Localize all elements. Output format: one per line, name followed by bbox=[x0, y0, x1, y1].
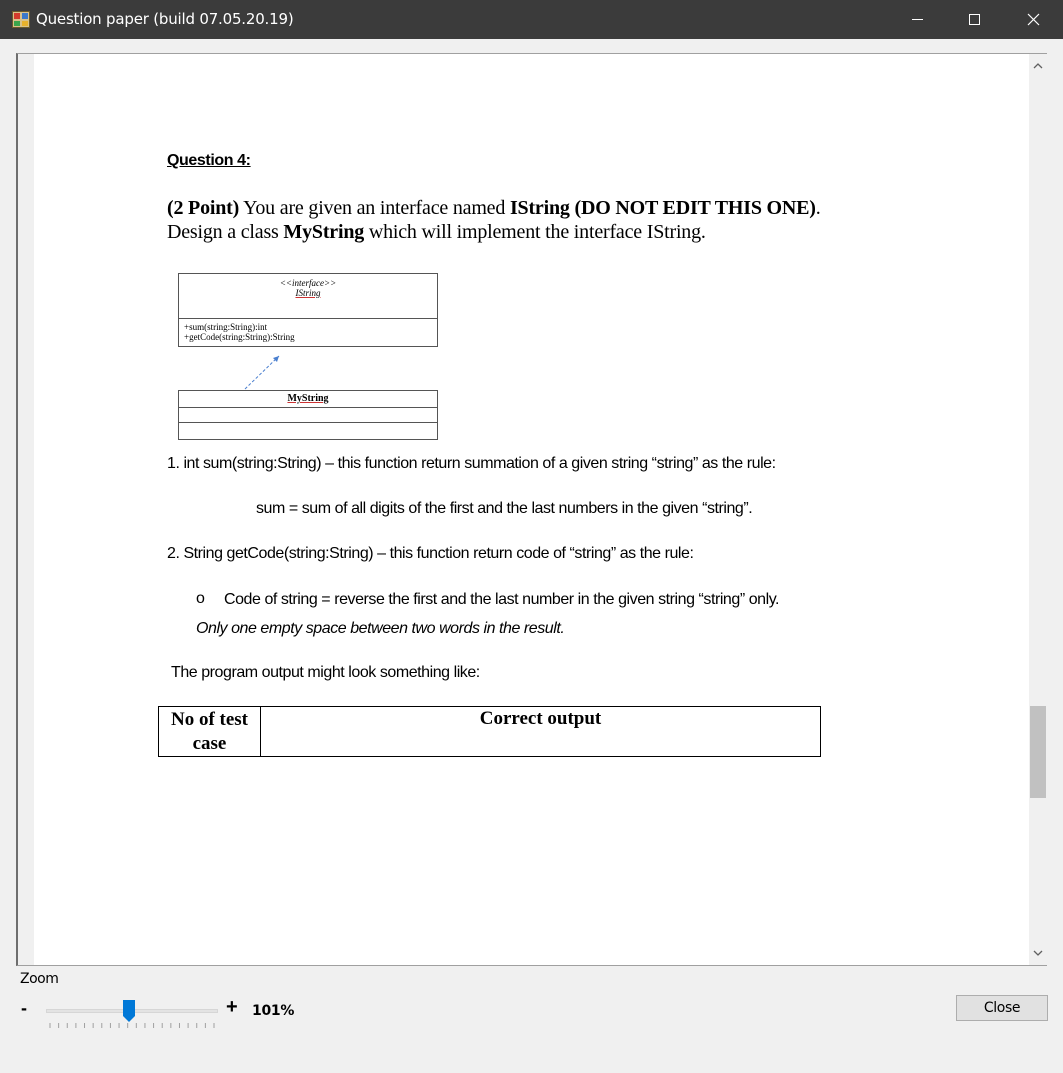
scroll-thumb[interactable] bbox=[1030, 706, 1046, 798]
zoom-slider-thumb[interactable] bbox=[122, 1000, 135, 1022]
table-header-correct-output: Correct output bbox=[479, 708, 602, 729]
uml-method: +getCode(string:String):String bbox=[184, 332, 295, 342]
window-title: Question paper (build 07.05.20.19) bbox=[36, 10, 294, 28]
vertical-scrollbar[interactable] bbox=[1029, 54, 1047, 965]
uml-interface-methods: +sum(string:String):int +getCode(string:… bbox=[179, 319, 437, 347]
maximize-icon bbox=[969, 14, 980, 25]
output-intro: The program output might look something … bbox=[171, 664, 480, 681]
rule-1-text: sum = sum of all digits of the first and… bbox=[256, 500, 753, 517]
uml-interface-name: IString bbox=[295, 288, 321, 298]
class-name: MyString bbox=[283, 221, 365, 243]
zoom-out-button[interactable]: - bbox=[21, 998, 27, 1019]
uml-class-attributes bbox=[179, 408, 437, 423]
uml-method: +sum(string:String):int bbox=[184, 322, 268, 332]
close-window-button[interactable] bbox=[1010, 0, 1056, 39]
question-intro: (2 Point) You are given an interface nam… bbox=[167, 196, 867, 244]
page-gutter bbox=[18, 54, 34, 965]
document-page: Question 4: (2 Point) You are given an i… bbox=[34, 54, 1029, 965]
close-icon bbox=[1027, 13, 1040, 26]
intro-text-1: You are given an interface named bbox=[239, 197, 510, 219]
minimize-icon bbox=[912, 19, 923, 20]
intro-text-3: which will implement the interface IStri… bbox=[364, 221, 706, 243]
uml-class-methods bbox=[179, 423, 437, 439]
uml-interface-header: <<interface>> IString bbox=[179, 274, 437, 319]
bullet-note: Only one empty space between two words i… bbox=[196, 620, 565, 637]
app-icon bbox=[12, 11, 30, 28]
uml-interface-box: <<interface>> IString +sum(string:String… bbox=[178, 273, 438, 347]
intro-text-2: Design a class bbox=[167, 221, 284, 243]
realization-arrow bbox=[244, 355, 280, 390]
interface-name: IString bbox=[509, 197, 570, 219]
zoom-in-button[interactable]: + bbox=[226, 996, 238, 1019]
maximize-button[interactable] bbox=[952, 0, 998, 39]
bullet-marker: o bbox=[196, 590, 205, 607]
item-2-text: 2. String getCode(string:String) – this … bbox=[167, 545, 694, 562]
uml-class-name: MyString bbox=[287, 393, 329, 404]
zoom-slider-ticks bbox=[49, 1023, 215, 1028]
uml-stereotype: <<interface>> bbox=[279, 278, 337, 288]
uml-class-box: MyString bbox=[178, 390, 438, 440]
zoom-label: Zoom bbox=[20, 971, 59, 987]
close-button[interactable]: Close bbox=[956, 995, 1048, 1021]
uml-class-header: MyString bbox=[179, 391, 437, 408]
table-header-test-case: No of test case bbox=[159, 707, 261, 756]
question-heading: Question 4: bbox=[167, 152, 251, 169]
document-viewer[interactable]: Question 4: (2 Point) You are given an i… bbox=[16, 53, 1047, 966]
item-1-text: 1. int sum(string:String) – this functio… bbox=[167, 455, 776, 472]
scroll-down-icon[interactable] bbox=[1029, 944, 1047, 962]
scroll-up-icon[interactable] bbox=[1029, 57, 1047, 75]
points-text: (2 Point) bbox=[167, 197, 240, 219]
zoom-slider[interactable] bbox=[44, 996, 220, 1036]
title-bar: Question paper (build 07.05.20.19) bbox=[0, 0, 1063, 39]
output-table: No of test case Correct output bbox=[158, 706, 821, 757]
warning-text: (DO NOT EDIT THIS ONE) bbox=[574, 197, 816, 219]
bullet-text: Code of string = reverse the first and t… bbox=[224, 591, 780, 608]
minimize-button[interactable] bbox=[894, 0, 940, 39]
zoom-value: 101% bbox=[252, 1003, 295, 1019]
intro-period: . bbox=[815, 197, 821, 219]
